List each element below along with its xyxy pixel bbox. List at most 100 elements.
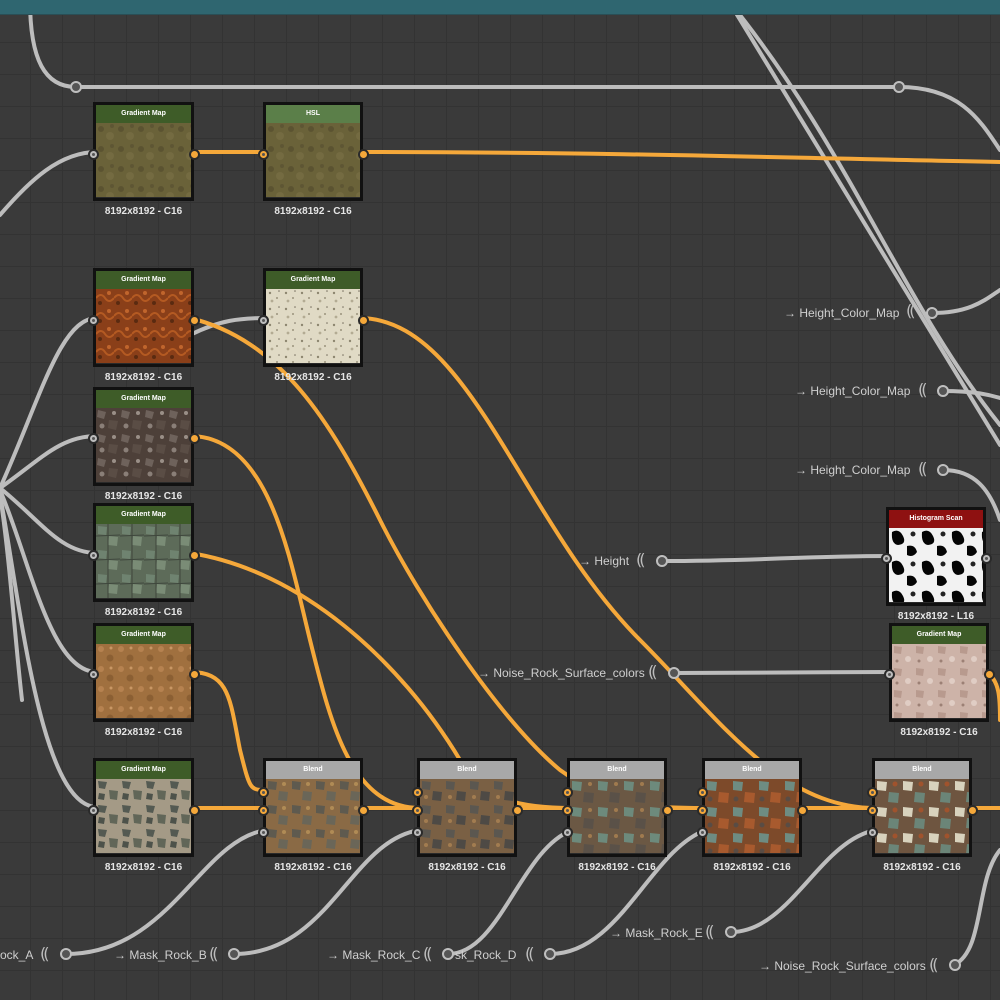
- node-resolution: 8192x8192 - L16: [897, 611, 975, 622]
- input-port[interactable]: [88, 433, 99, 444]
- input-port[interactable]: [88, 149, 99, 160]
- node-title: Gradient Map: [96, 105, 191, 123]
- gradient-map-node[interactable]: Gradient Map 8192x8192 - C16: [88, 503, 200, 618]
- node-title: Gradient Map: [892, 626, 986, 644]
- node-thumbnail: [96, 524, 191, 598]
- input-port-mask[interactable]: [697, 827, 708, 838]
- output-port[interactable]: [512, 805, 523, 816]
- gradient-map-node[interactable]: Gradient Map 8192x8192 - C16: [88, 102, 200, 217]
- input-port-foreground[interactable]: [562, 787, 573, 798]
- input-reference-label[interactable]: ock_A: [0, 948, 33, 962]
- input-reference-dot[interactable]: [442, 948, 454, 960]
- reroute-dot[interactable]: [893, 81, 905, 93]
- gradient-map-node[interactable]: Gradient Map 8192x8192 - C16: [88, 623, 200, 738]
- input-port-background[interactable]: [412, 805, 423, 816]
- blend-node[interactable]: Blend 8192x8192 - C16: [867, 758, 978, 873]
- reroute-dot[interactable]: [70, 81, 82, 93]
- input-port-background[interactable]: [867, 805, 878, 816]
- output-port[interactable]: [189, 433, 200, 444]
- input-port[interactable]: [88, 805, 99, 816]
- input-reference-label[interactable]: → Mask_Rock_C: [327, 948, 420, 962]
- node-resolution: 8192x8192 - C16: [428, 862, 506, 873]
- input-port[interactable]: [258, 315, 269, 326]
- input-port-background[interactable]: [562, 805, 573, 816]
- broadcast-icon: ((: [918, 459, 928, 478]
- input-port-mask[interactable]: [258, 827, 269, 838]
- output-port[interactable]: [358, 315, 369, 326]
- output-port[interactable]: [981, 553, 992, 564]
- input-reference-dot[interactable]: [656, 555, 668, 567]
- input-reference-label[interactable]: → Height_Color_Map: [784, 306, 899, 320]
- input-reference-dot[interactable]: [228, 948, 240, 960]
- input-reference-dot[interactable]: [937, 385, 949, 397]
- input-port-mask[interactable]: [412, 827, 423, 838]
- input-port[interactable]: [88, 669, 99, 680]
- input-port-foreground[interactable]: [412, 787, 423, 798]
- input-reference-label[interactable]: → Mask_Rock_E: [610, 926, 703, 940]
- node-thumbnail: [96, 644, 191, 718]
- output-port[interactable]: [662, 805, 673, 816]
- input-reference-label[interactable]: → Noise_Rock_Surface_colors: [478, 666, 645, 680]
- input-port-mask[interactable]: [867, 827, 878, 838]
- node-thumbnail: [889, 528, 983, 602]
- node-thumbnail: [96, 408, 191, 482]
- node-title: Blend: [266, 761, 360, 779]
- input-reference-label[interactable]: → Height_Color_Map: [795, 463, 910, 477]
- node-title: Gradient Map: [96, 626, 191, 644]
- output-port[interactable]: [189, 805, 200, 816]
- input-port[interactable]: [88, 315, 99, 326]
- gradient-map-node[interactable]: Gradient Map 8192x8192 - C16: [88, 758, 200, 873]
- output-port[interactable]: [189, 149, 200, 160]
- input-reference-dot[interactable]: [949, 959, 961, 971]
- gradient-map-node[interactable]: Gradient Map 8192x8192 - C16: [884, 623, 995, 738]
- input-reference-label[interactable]: sk_Rock_D: [455, 948, 516, 962]
- input-port-background[interactable]: [258, 805, 269, 816]
- input-port[interactable]: [258, 149, 269, 160]
- input-reference-dot[interactable]: [544, 948, 556, 960]
- input-reference-dot[interactable]: [60, 948, 72, 960]
- input-port-foreground[interactable]: [258, 787, 269, 798]
- blend-node[interactable]: Blend 8192x8192 - C16: [258, 758, 369, 873]
- input-reference-label[interactable]: → Height: [579, 554, 629, 568]
- gradient-map-node[interactable]: Gradient Map 8192x8192 - C16: [88, 387, 200, 502]
- input-reference-label[interactable]: → Noise_Rock_Surface_colors: [759, 959, 926, 973]
- input-reference-dot[interactable]: [725, 926, 737, 938]
- blend-node[interactable]: Blend 8192x8192 - C16: [697, 758, 808, 873]
- output-port[interactable]: [984, 669, 995, 680]
- gradient-map-node[interactable]: Gradient Map 8192x8192 - C16: [258, 268, 369, 383]
- broadcast-icon: ((: [906, 301, 916, 320]
- input-reference-label[interactable]: → Height_Color_Map: [795, 384, 910, 398]
- broadcast-icon: ((: [929, 955, 939, 974]
- input-port-background[interactable]: [697, 805, 708, 816]
- blend-node[interactable]: Blend 8192x8192 - C16: [562, 758, 673, 873]
- input-reference-dot[interactable]: [937, 464, 949, 476]
- input-port[interactable]: [88, 550, 99, 561]
- broadcast-icon: ((: [918, 380, 928, 399]
- node-resolution: 8192x8192 - C16: [274, 206, 352, 217]
- output-port[interactable]: [797, 805, 808, 816]
- node-title: Gradient Map: [96, 506, 191, 524]
- input-reference-dot[interactable]: [668, 667, 680, 679]
- input-port[interactable]: [884, 669, 895, 680]
- output-port[interactable]: [358, 149, 369, 160]
- gradient-map-node[interactable]: Gradient Map 8192x8192 - C16: [88, 268, 200, 383]
- input-port[interactable]: [881, 553, 892, 564]
- input-port-foreground[interactable]: [867, 787, 878, 798]
- histogram-scan-node[interactable]: Histogram Scan 8192x8192 - L16: [881, 507, 992, 622]
- output-port[interactable]: [967, 805, 978, 816]
- frame-header-bar[interactable]: [0, 0, 1000, 15]
- output-port[interactable]: [189, 669, 200, 680]
- blend-node[interactable]: Blend 8192x8192 - C16: [412, 758, 523, 873]
- node-thumbnail: [96, 123, 191, 197]
- output-port[interactable]: [189, 315, 200, 326]
- broadcast-icon: ((: [40, 944, 50, 963]
- output-port[interactable]: [189, 550, 200, 561]
- input-reference-label[interactable]: → Mask_Rock_B: [114, 948, 207, 962]
- node-thumbnail: [875, 779, 969, 853]
- input-port-mask[interactable]: [562, 827, 573, 838]
- hsl-node[interactable]: HSL 8192x8192 - C16: [258, 102, 369, 217]
- node-resolution: 8192x8192 - C16: [104, 206, 183, 217]
- input-port-foreground[interactable]: [697, 787, 708, 798]
- output-port[interactable]: [358, 805, 369, 816]
- input-reference-dot[interactable]: [926, 307, 938, 319]
